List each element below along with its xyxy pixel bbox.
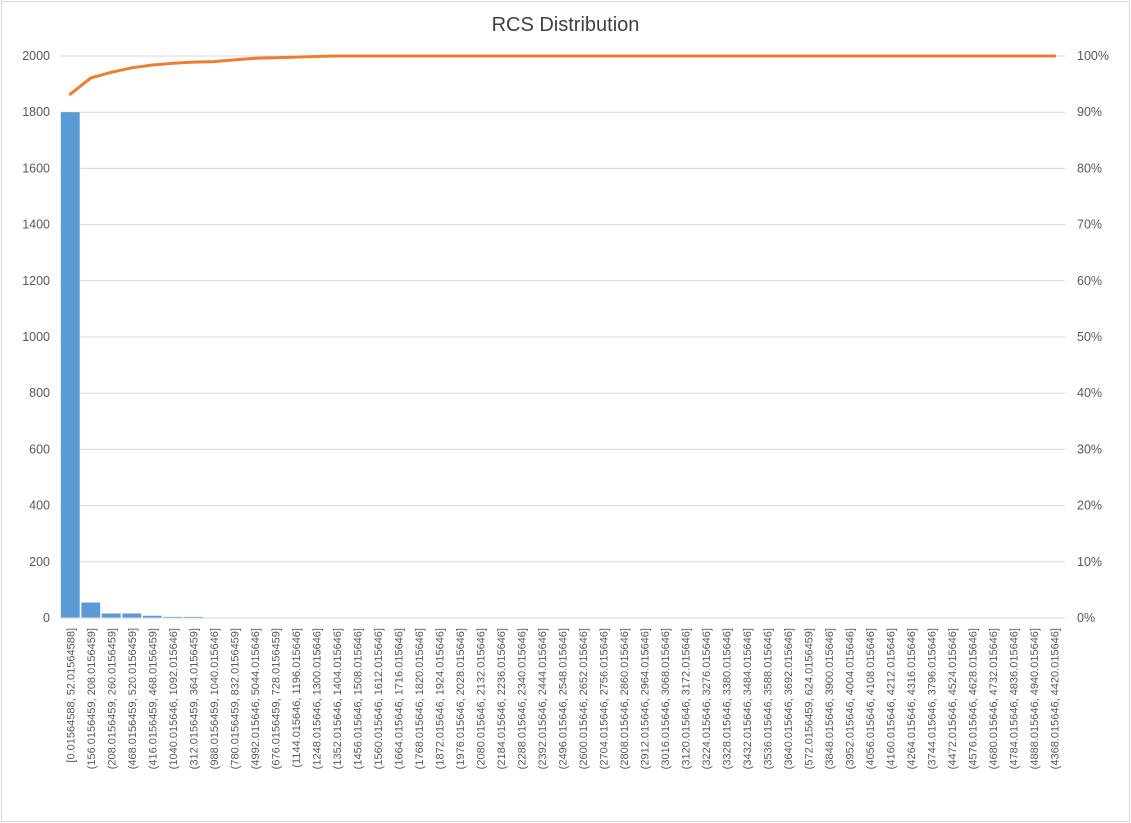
x-tick-label: (312.0156459, 364.0156459] bbox=[188, 628, 200, 769]
x-tick-label: (468.0156459, 520.0156459] bbox=[127, 628, 139, 769]
y-tick-label: 1200 bbox=[22, 274, 50, 288]
y2-tick-label: 50% bbox=[1077, 330, 1102, 344]
y2-tick-label: 80% bbox=[1077, 161, 1102, 175]
x-tick-label: (2912.015646, 2964.015646] bbox=[640, 628, 652, 769]
x-tick-label: (3952.015646, 4004.015646] bbox=[845, 628, 857, 769]
chart-svg: 0 200 400 600 800 1000 1200 1400 1600 1800 2000 0%… bbox=[22, 49, 1109, 769]
x-tick-label: (2392.015646, 2444.015646] bbox=[537, 628, 549, 769]
x-tick-label: (3120.015646, 3172.015646] bbox=[681, 628, 693, 769]
x-tick-label: (2496.015646, 2548.015646] bbox=[558, 628, 570, 769]
x-tick-label: (4784.015646, 4836.015646] bbox=[1009, 628, 1021, 769]
y2-tick-label: 60% bbox=[1077, 274, 1102, 288]
x-tick-label: (4056.015646, 4108.015646] bbox=[865, 628, 877, 769]
x-tick-label: (2184.015646, 2236.015646] bbox=[496, 628, 508, 769]
y-axis-left: 0 200 400 600 800 1000 1200 1400 1600 1800 2000 bbox=[22, 49, 50, 625]
y-tick-label: 1600 bbox=[22, 161, 50, 175]
x-tick-label: (3848.015646, 3900.015646] bbox=[824, 628, 836, 769]
x-tick-label: (2704.015646, 2756.015646] bbox=[599, 628, 611, 769]
x-tick-label: (4472.015646, 4524.015646] bbox=[947, 628, 959, 769]
y-axis-right: 0% 10% 20% 30% 40% 50% 60% 70% 80% 90% 100% bbox=[1077, 49, 1109, 625]
cumulative-percent-line bbox=[68, 54, 1057, 96]
y-tick-label: 600 bbox=[29, 442, 50, 456]
x-tick-label: (3640.015646, 3692.015646] bbox=[783, 628, 795, 769]
bar-series bbox=[60, 112, 326, 618]
x-tick-label: (4160.015646, 4212.015646] bbox=[886, 628, 898, 769]
y2-tick-label: 40% bbox=[1077, 386, 1102, 400]
y-tick-label: 800 bbox=[29, 386, 50, 400]
y2-tick-label: 90% bbox=[1077, 105, 1102, 119]
x-tick-label: (988.0156459, 1040.015646] bbox=[209, 628, 221, 769]
y-tick-label: 2000 bbox=[22, 49, 50, 63]
x-tick-label: (1664.015646, 1716.015646] bbox=[393, 628, 405, 769]
x-tick-label: (4680.015646, 4732.015646] bbox=[988, 628, 1000, 769]
x-tick-label: (1352.015646, 1404.015646] bbox=[332, 628, 344, 769]
x-tick-label: (4576.015646, 4628.015646] bbox=[968, 628, 980, 769]
y-tick-label: 200 bbox=[29, 555, 50, 569]
x-tick-label: (2080.015646, 2132.015646] bbox=[475, 628, 487, 769]
x-tick-label: [0.01564588, 52.01564588] bbox=[65, 628, 77, 763]
y-tick-label: 1000 bbox=[22, 330, 50, 344]
x-tick-label: (4888.015646, 4940.015646] bbox=[1029, 628, 1041, 769]
x-tick-label: (1456.015646, 1508.015646] bbox=[352, 628, 364, 769]
y2-tick-label: 30% bbox=[1077, 442, 1102, 456]
x-tick-label: (1560.015646, 1612.015646] bbox=[373, 628, 385, 769]
y2-tick-label: 70% bbox=[1077, 218, 1102, 232]
gridlines bbox=[60, 55, 1065, 619]
bar bbox=[81, 602, 101, 618]
bar bbox=[122, 613, 142, 618]
x-tick-label: (4992.015646, 5044.015646] bbox=[250, 628, 262, 769]
x-tick-label: (1976.015646, 2028.015646] bbox=[455, 628, 467, 769]
bar bbox=[60, 112, 80, 618]
x-tick-label: (2808.015646, 2860.015646] bbox=[619, 628, 631, 769]
x-tick-label: (676.0156459, 728.0156459] bbox=[270, 628, 282, 769]
x-tick-label: (208.0156459, 260.0156459] bbox=[106, 628, 118, 769]
x-axis: [0.01564588, 52.01564588] (156.0156459, 2… bbox=[60, 617, 1065, 769]
x-tick-label: (2600.015646, 2652.015646] bbox=[578, 628, 590, 769]
chart-frame: RCS Distribution 0 200 400 600 800 1000 1200 14… bbox=[1, 1, 1130, 822]
bar bbox=[101, 613, 121, 618]
x-tick-label: (3224.015646, 3276.015646] bbox=[701, 628, 713, 769]
y2-tick-label: 0% bbox=[1077, 611, 1095, 625]
x-tick-label: (3536.015646, 3588.015646] bbox=[763, 628, 775, 769]
x-tick-label: (1768.015646, 1820.015646] bbox=[414, 628, 426, 769]
cumulative-line-series bbox=[68, 54, 1057, 96]
x-tick-label: (780.0156459, 832.0156459] bbox=[229, 628, 241, 769]
y2-tick-label: 20% bbox=[1077, 499, 1102, 513]
y-tick-label: 1800 bbox=[22, 105, 50, 119]
x-tick-label: (4264.015646, 4316.015646] bbox=[906, 628, 918, 769]
x-tick-label: (3744.015646, 3796.015646] bbox=[927, 628, 939, 769]
x-tick-label: (3016.015646, 3068.015646] bbox=[660, 628, 672, 769]
x-tick-label: (1144.015646, 1196.015646] bbox=[291, 628, 303, 768]
x-tick-label: (416.0156459, 468.0156459] bbox=[147, 628, 159, 769]
y2-tick-label: 100% bbox=[1077, 49, 1109, 63]
x-tick-label: (1040.015646, 1092.015646] bbox=[168, 628, 180, 769]
x-tick-label: (1248.015646, 1300.015646] bbox=[311, 628, 323, 769]
x-tick-label: (2288.015646, 2340.015646] bbox=[516, 628, 528, 769]
y-tick-label: 400 bbox=[29, 499, 50, 513]
x-tick-label: (1872.015646, 1924.015646] bbox=[434, 628, 446, 769]
x-tick-label: (156.0156459, 208.0156459] bbox=[86, 628, 98, 769]
y2-tick-label: 10% bbox=[1077, 555, 1102, 569]
x-tick-label: (3328.015646, 3380.015646] bbox=[722, 628, 734, 769]
x-tick-label: (3432.015646, 3484.015646] bbox=[742, 628, 754, 769]
x-tick-label: (4368.015646, 4420.015646] bbox=[1050, 628, 1062, 769]
y-tick-label: 0 bbox=[43, 611, 50, 625]
x-tick-label: (572.0156459, 624.0156459] bbox=[804, 628, 816, 769]
y-tick-label: 1400 bbox=[22, 218, 50, 232]
